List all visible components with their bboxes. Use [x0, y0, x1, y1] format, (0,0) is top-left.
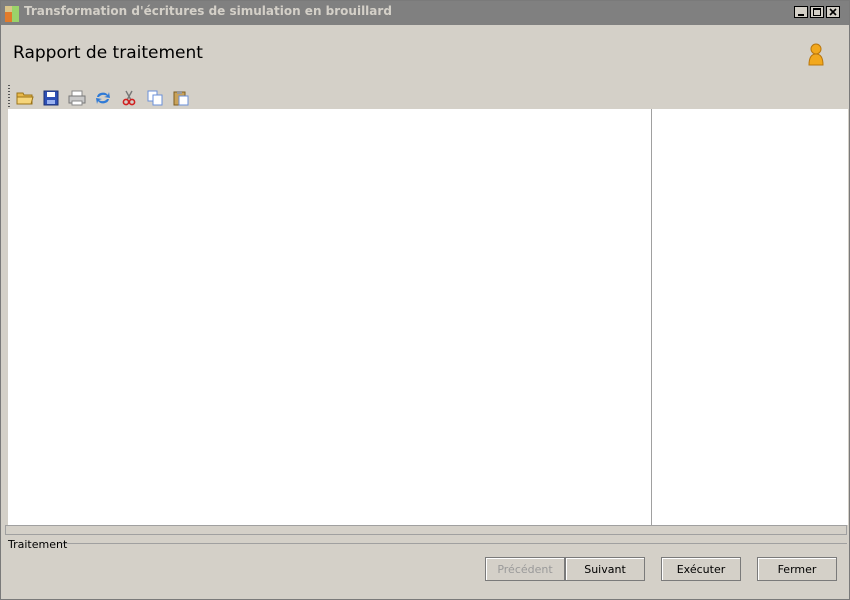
next-button[interactable]: Suivant	[565, 557, 645, 581]
report-area[interactable]	[8, 109, 848, 525]
horizontal-scrollbar[interactable]	[5, 525, 847, 535]
save-icon[interactable]	[40, 87, 62, 109]
refresh-icon[interactable]	[92, 87, 114, 109]
minimize-button[interactable]	[794, 6, 808, 18]
folder-open-icon[interactable]	[14, 87, 36, 109]
toolbar-grip[interactable]	[8, 85, 10, 109]
page-title: Rapport de traitement	[13, 43, 203, 63]
app-icon	[5, 6, 21, 22]
execute-button[interactable]: Exécuter	[661, 557, 741, 581]
cut-icon[interactable]	[118, 87, 140, 109]
status-label: Traitement	[8, 538, 68, 551]
maximize-button[interactable]	[810, 6, 824, 18]
print-icon[interactable]	[66, 87, 88, 109]
close-window-button[interactable]	[826, 6, 840, 18]
user-icon	[806, 43, 826, 67]
paste-icon[interactable]	[170, 87, 192, 109]
copy-icon[interactable]	[144, 87, 166, 109]
title-bar[interactable]: Transformation d'écritures de simulation…	[1, 1, 849, 25]
panel-splitter[interactable]	[651, 109, 652, 525]
previous-button[interactable]: Précédent	[485, 557, 565, 581]
window-title: Transformation d'écritures de simulation…	[24, 4, 392, 18]
close-button[interactable]: Fermer	[757, 557, 837, 581]
status-group-line	[61, 543, 847, 544]
main-window: Transformation d'écritures de simulation…	[0, 0, 850, 600]
